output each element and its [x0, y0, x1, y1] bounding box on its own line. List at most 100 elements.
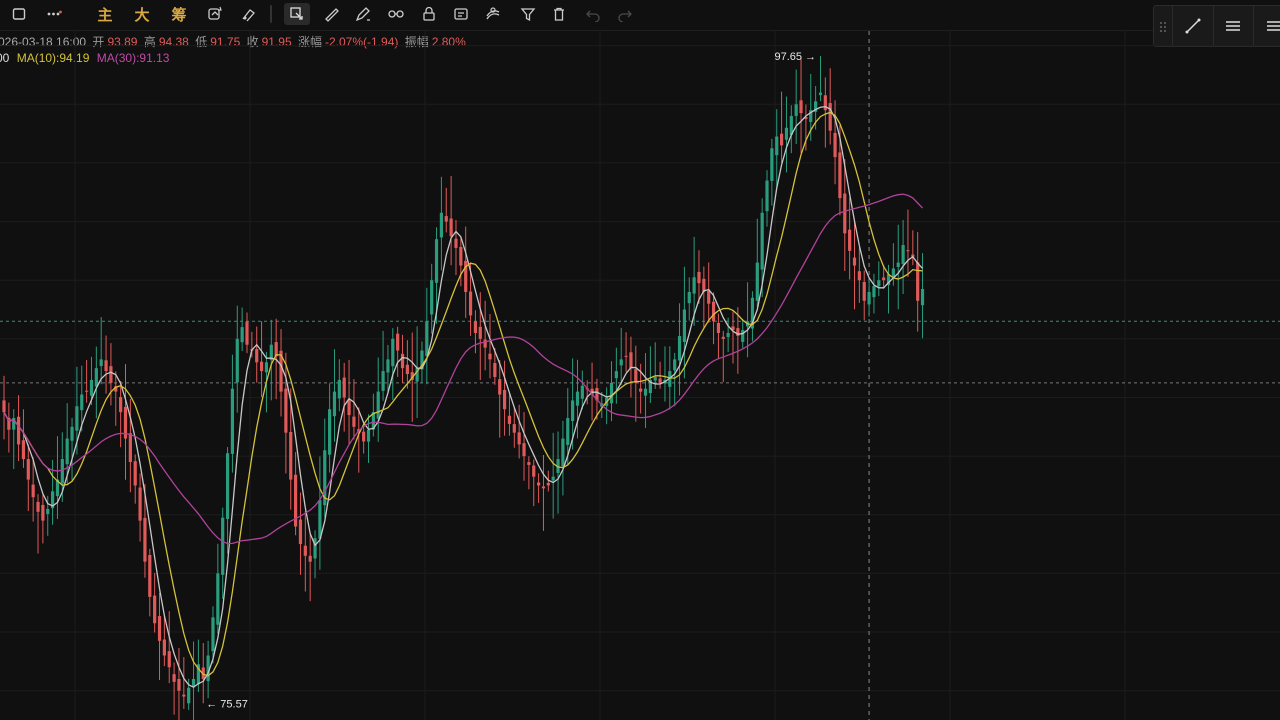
- candle-body: [687, 291, 691, 304]
- candle-body: [347, 400, 351, 416]
- candle-body: [862, 281, 866, 301]
- candle-body: [818, 92, 823, 96]
- candle-body: [182, 694, 186, 697]
- draw-tool-icon[interactable]: [238, 3, 260, 25]
- candle-body: [434, 239, 439, 283]
- more-dots-icon[interactable]: [42, 3, 66, 25]
- magnet-icon[interactable]: [384, 3, 408, 25]
- candle-body: [172, 674, 176, 682]
- candle-body: [376, 391, 380, 419]
- ma5-line: [3, 105, 924, 688]
- candle-body: [425, 321, 429, 356]
- candle-body: [658, 378, 662, 383]
- candle-body: [109, 366, 113, 383]
- candle-body: [342, 377, 346, 398]
- candle-body: [381, 371, 385, 391]
- candle-body: [80, 394, 84, 411]
- candle-body: [653, 376, 657, 381]
- candle-body: [872, 286, 876, 298]
- candle-body: [391, 338, 395, 367]
- candle-body: [16, 416, 21, 445]
- candle-body: [21, 440, 26, 460]
- candle-body: [571, 400, 575, 421]
- redo-icon[interactable]: [614, 3, 636, 25]
- candle-body: [104, 360, 108, 372]
- candle-body: [848, 229, 852, 251]
- lock-icon[interactable]: [418, 3, 440, 25]
- candle-body: [673, 359, 677, 371]
- candle-body: [157, 616, 162, 641]
- ruler-icon[interactable]: [320, 3, 342, 25]
- candle-body: [488, 353, 492, 360]
- candle-body: [512, 424, 516, 433]
- candle-body: [153, 595, 157, 624]
- candle-body: [507, 415, 512, 424]
- candle-body: [784, 127, 789, 140]
- candle-body: [537, 482, 541, 486]
- candle-body: [692, 277, 696, 294]
- candle-body: [522, 443, 526, 457]
- max-price-label: 97.65 →: [774, 51, 816, 63]
- candle-body: [400, 353, 405, 369]
- candle-body: [468, 291, 473, 316]
- candle-body: [235, 338, 239, 383]
- candle-body: [133, 461, 137, 486]
- chip-button[interactable]: 筹: [168, 3, 190, 25]
- candle-body: [566, 418, 570, 445]
- filter-icon[interactable]: [517, 3, 539, 25]
- candle-body: [473, 321, 478, 333]
- candle-body: [920, 289, 925, 306]
- trash-icon[interactable]: [548, 3, 570, 25]
- candle-body: [240, 327, 244, 343]
- candle-body: [857, 271, 861, 281]
- candle-body: [454, 238, 458, 248]
- candle-body: [852, 257, 857, 266]
- undo-icon[interactable]: [582, 3, 604, 25]
- candle-body: [187, 687, 191, 704]
- candlestick-chart[interactable]: 97.65 → ← 75.57: [0, 31, 1280, 720]
- candle-body: [221, 517, 225, 575]
- candle-body: [906, 250, 910, 252]
- big-order-button[interactable]: 大: [131, 3, 153, 25]
- candle-body: [439, 212, 443, 238]
- candle-body: [230, 388, 235, 454]
- candle-body: [877, 280, 881, 287]
- candle-body: [716, 323, 721, 333]
- candle-body: [31, 484, 35, 498]
- candle-body: [332, 391, 337, 417]
- candle-body: [794, 104, 798, 116]
- candle-body: [119, 397, 123, 413]
- pen-icon[interactable]: [352, 3, 374, 25]
- candle-body: [386, 359, 390, 373]
- candle-body: [770, 148, 774, 181]
- square-icon[interactable]: [8, 3, 30, 25]
- copy-select-icon[interactable]: [284, 3, 310, 25]
- candle-body: [430, 280, 434, 315]
- candle-body: [459, 246, 463, 266]
- candle-body: [264, 362, 269, 373]
- candle-body: [259, 361, 264, 372]
- layers-icon[interactable]: [482, 3, 504, 25]
- ma10-line: [3, 111, 923, 677]
- candle-body: [245, 321, 249, 345]
- candle-body: [697, 271, 701, 284]
- candle-body: [901, 245, 905, 265]
- candle-body: [677, 335, 682, 361]
- screenshot-icon[interactable]: [450, 3, 472, 25]
- candle-body: [352, 416, 356, 427]
- toolbar: 主 大 筹: [0, 0, 1280, 31]
- candle-body: [721, 336, 725, 339]
- candle-body: [85, 390, 89, 392]
- candle-body: [828, 103, 832, 131]
- candle-body: [532, 465, 536, 477]
- main-indicator-button[interactable]: 主: [94, 3, 116, 25]
- candle-body: [318, 500, 322, 539]
- candle-body: [493, 363, 497, 377]
- candle-body: [308, 555, 312, 562]
- replace-icon[interactable]: [204, 3, 226, 25]
- candle-body: [289, 432, 293, 480]
- candle-body: [639, 388, 643, 392]
- candle-body: [396, 333, 400, 351]
- min-price-label: ← 75.57: [206, 698, 248, 710]
- candle-body: [755, 262, 759, 301]
